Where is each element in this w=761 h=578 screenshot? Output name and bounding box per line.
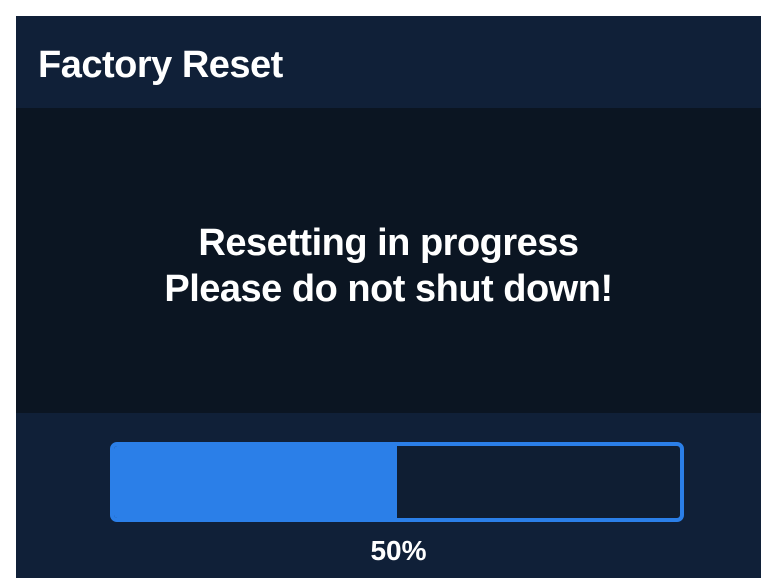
status-message: Resetting in progress Please do not shut… <box>16 220 761 312</box>
progress-percent-label: 50% <box>370 535 427 566</box>
dialog-header: Factory Reset <box>16 16 761 108</box>
progress-footer: 50% <box>16 413 761 578</box>
status-message-line-2: Please do not shut down! <box>164 268 613 310</box>
progress-bar <box>110 442 684 522</box>
dialog-title: Factory Reset <box>38 44 283 86</box>
message-panel: Resetting in progress Please do not shut… <box>16 108 761 413</box>
status-message-line-1: Resetting in progress <box>198 222 579 264</box>
factory-reset-dialog: Factory Reset Resetting in progress Plea… <box>16 16 761 578</box>
progress-bar-fill <box>114 446 397 518</box>
